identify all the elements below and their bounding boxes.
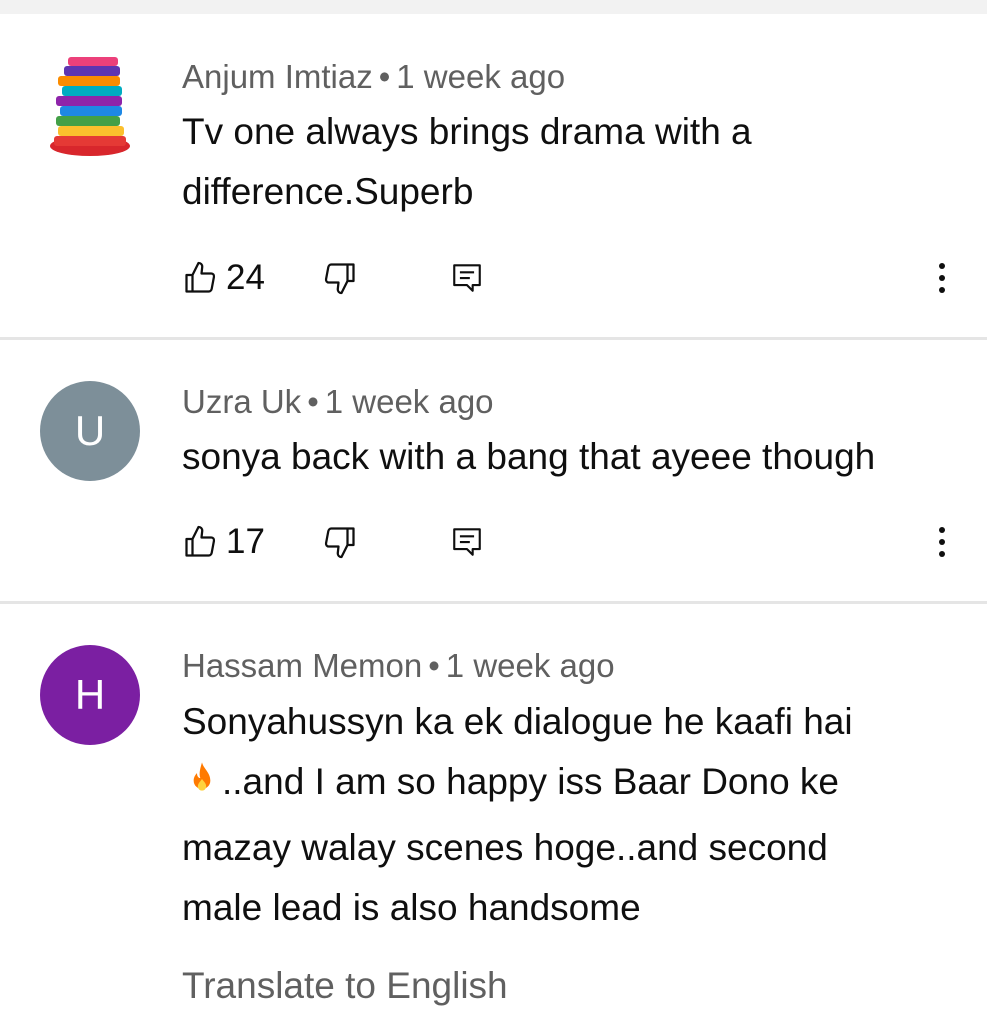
comment-divider [0,601,987,604]
avatar-books[interactable] [48,50,134,160]
more-dot [939,539,945,545]
reply-comment-icon [453,264,481,292]
meta-separator: • [307,383,319,420]
comment-text: Sonyahussyn ka ek dialogue he kaafi hai … [182,692,962,938]
books-stack-image [50,57,130,156]
reply-button[interactable] [450,517,484,567]
comment-text-line: mazay walay scenes hoge..and second [182,827,828,868]
more-dot [939,551,945,557]
like-count: 17 [226,522,265,561]
more-options-button[interactable] [922,253,962,303]
more-vertical-icon [939,263,945,269]
more-dot [939,287,945,293]
comment-time[interactable]: 1 week ago [325,383,494,420]
avatar[interactable]: H [40,645,140,745]
top-strip [0,0,987,14]
comment-text-line: sonya back with a bang that ayeee though [182,436,876,477]
comment-text-line: ..and I am so happy iss Baar Dono ke [182,752,962,818]
comment-text-line: Sonyahussyn ka ek dialogue he kaafi hai [182,701,853,742]
thumbs-up-icon [185,261,216,293]
dislike-button[interactable] [322,253,358,303]
like-button[interactable]: 17 [182,517,265,567]
comment-meta: Uzra Uk • 1 week ago [182,383,494,421]
avatar[interactable]: U [40,381,140,481]
like-count: 24 [226,258,265,297]
more-options-button[interactable] [922,517,962,567]
comment-author[interactable]: Hassam Memon [182,647,422,684]
dislike-button[interactable] [322,517,358,567]
comment-meta: Anjum Imtiaz • 1 week ago [182,58,565,96]
comment-time[interactable]: 1 week ago [446,647,615,684]
thumbs-down-icon [324,527,355,559]
avatar-initial: U [74,407,106,454]
comment-meta: Hassam Memon • 1 week ago [182,647,615,685]
fire-emoji-icon [182,758,222,818]
more-dot [939,275,945,281]
translate-link[interactable]: Translate to English [182,965,508,1007]
reply-button[interactable] [450,253,484,303]
comment-actions: 17 [182,517,962,567]
comment-text-line: male lead is also handsome [182,887,641,928]
comment-author[interactable]: Uzra Uk [182,383,301,420]
meta-separator: • [378,58,391,95]
comment-text-line: Tv one always brings drama with a [182,111,752,152]
comment-text: sonya back with a bang that ayeee though [182,427,962,487]
meta-separator: • [428,647,440,684]
avatar-initial: H [74,671,106,718]
thumbs-down-icon [324,263,355,295]
comment-text-line: difference.Superb [182,171,474,212]
comment-actions: 24 [182,253,962,303]
comment-text-segment: ..and I am so happy iss Baar Dono ke [222,761,840,802]
comment-divider [0,337,987,340]
like-button[interactable]: 24 [182,253,265,303]
reply-comment-icon [453,528,481,556]
comment-author[interactable]: Anjum Imtiaz [182,58,373,95]
comment-text: Tv one always brings drama with a differ… [182,102,962,222]
thumbs-up-icon [185,525,216,557]
comment-time[interactable]: 1 week ago [396,58,565,95]
more-vertical-icon [939,527,945,533]
